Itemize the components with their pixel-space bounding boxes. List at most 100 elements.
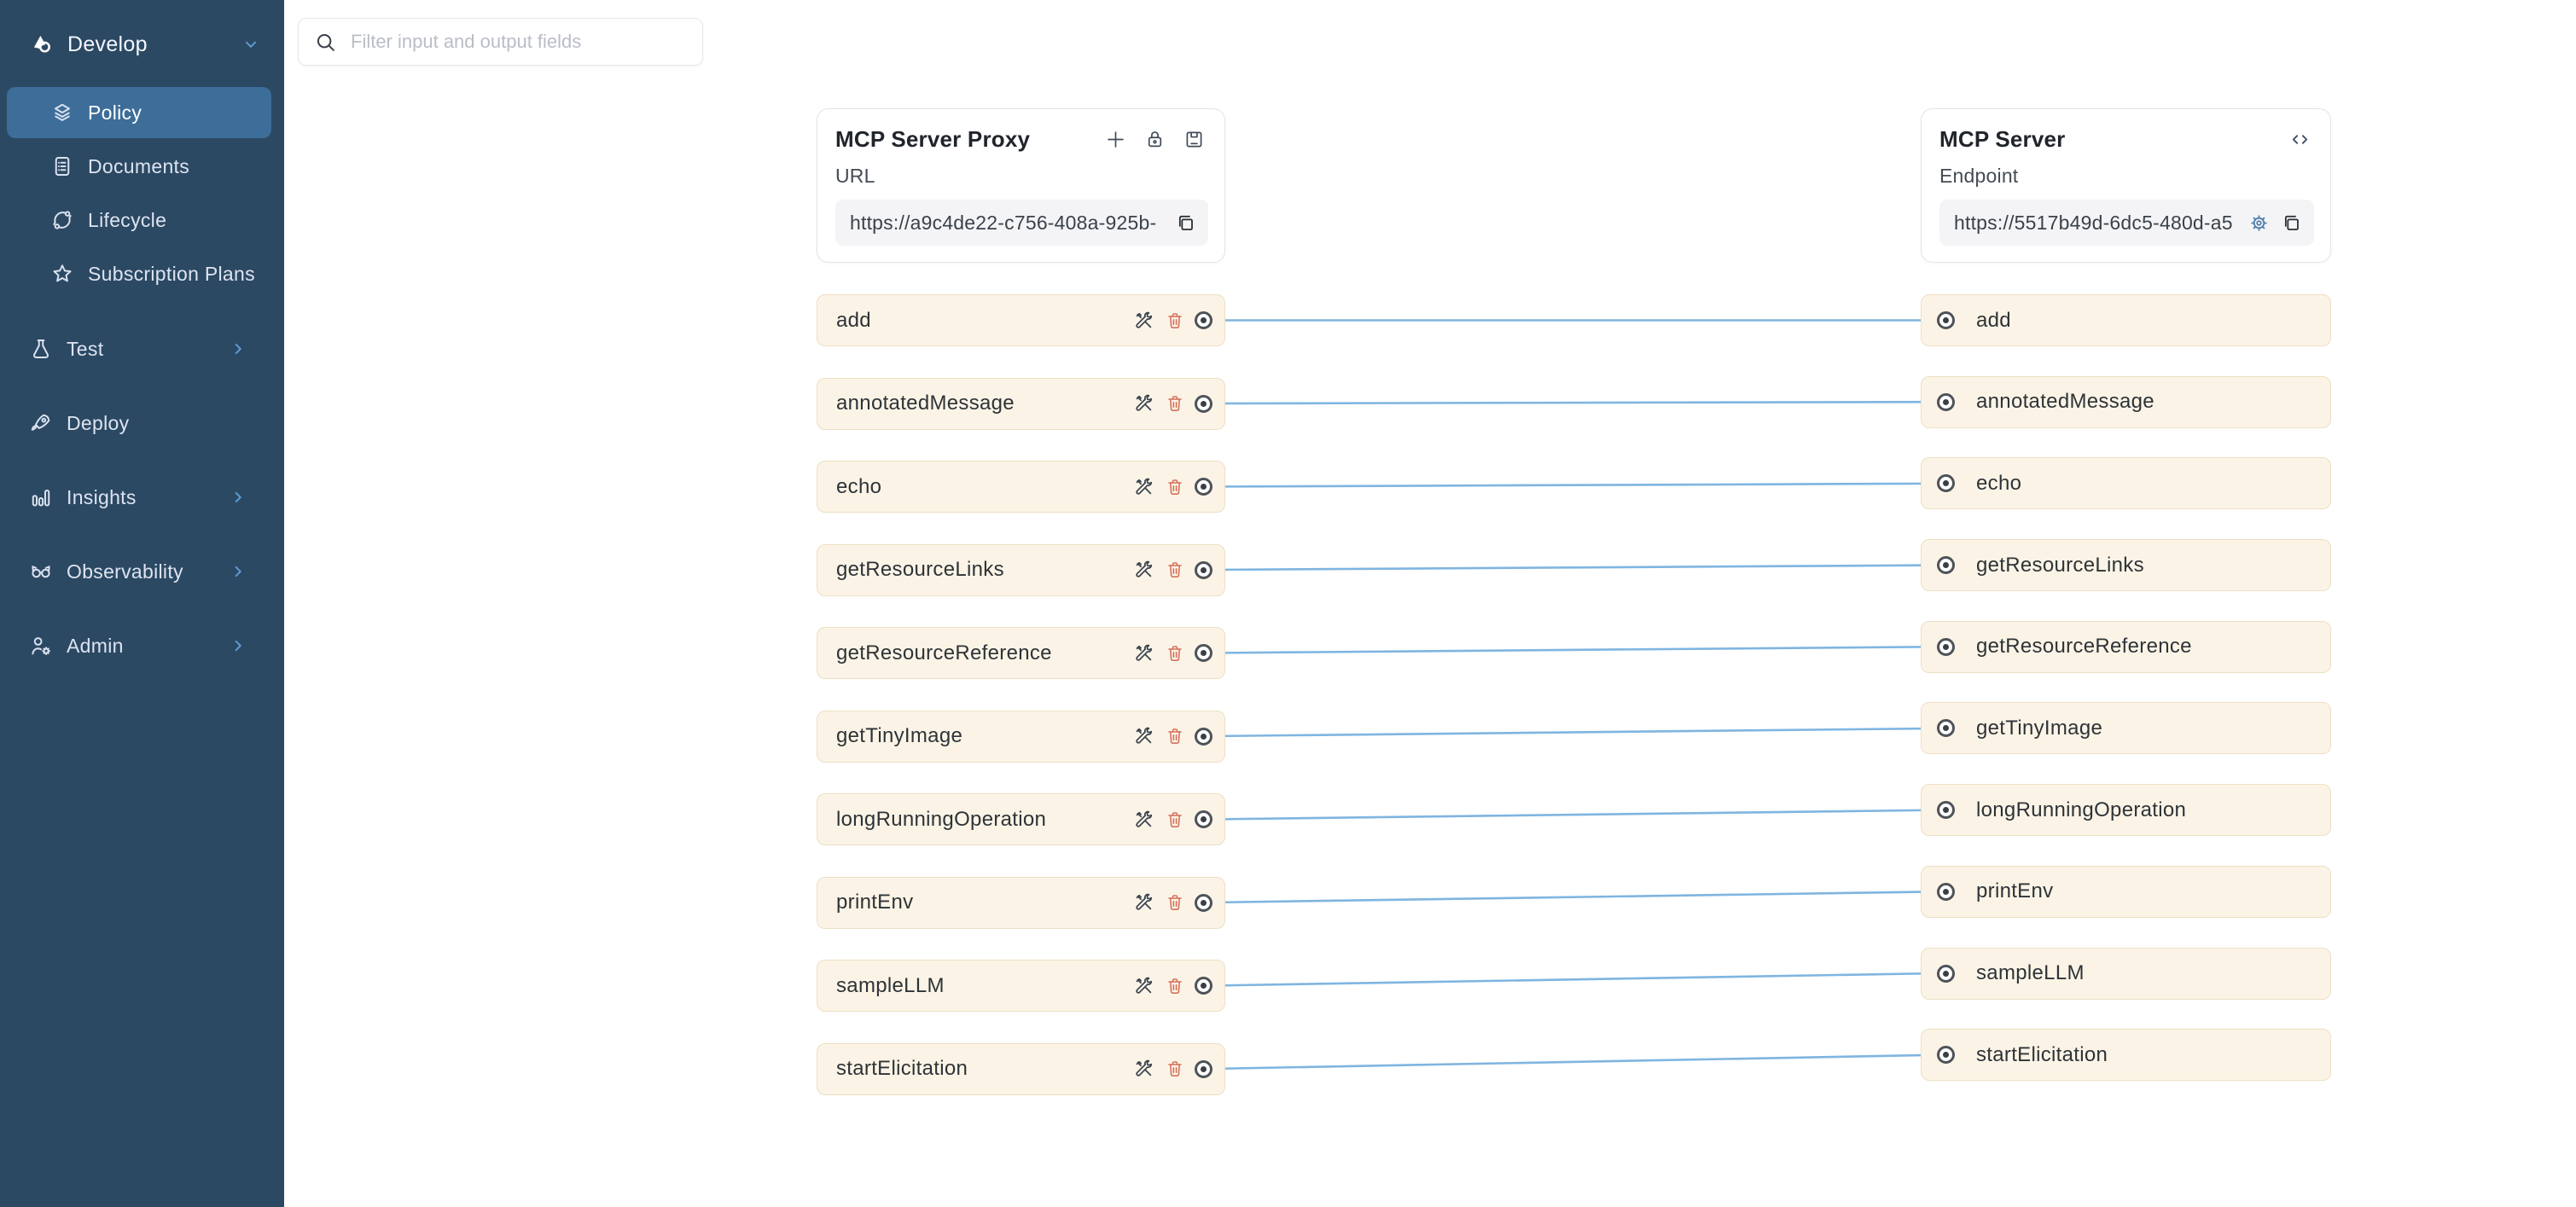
sidebar-item[interactable]: Insights [7, 472, 271, 523]
tool-name: getResourceLinks [836, 558, 1004, 582]
output-port-icon[interactable] [1195, 478, 1212, 496]
settings-gear-icon[interactable] [2248, 212, 2270, 234]
trash-icon[interactable] [1165, 1059, 1185, 1079]
tools-icon[interactable] [1133, 476, 1155, 498]
tool-name: startElicitation [1976, 1043, 2108, 1067]
input-port-icon[interactable] [1937, 719, 1955, 737]
chevron-right-icon [229, 339, 247, 358]
trash-icon[interactable] [1165, 726, 1185, 746]
output-port-icon[interactable] [1195, 810, 1212, 828]
proxy-tool-row[interactable]: add [817, 294, 1225, 346]
output-port-icon[interactable] [1195, 395, 1212, 413]
input-port-icon[interactable] [1937, 311, 1955, 329]
proxy-tool-row[interactable]: annotatedMessage [817, 378, 1225, 430]
search-icon [314, 31, 337, 54]
server-tool-row[interactable]: getResourceReference [1921, 621, 2331, 673]
tools-icon[interactable] [1133, 392, 1155, 415]
copy-icon[interactable] [1175, 212, 1196, 234]
tools-icon[interactable] [1133, 310, 1155, 332]
input-port-icon[interactable] [1937, 1046, 1955, 1064]
server-tool-row[interactable]: add [1921, 294, 2331, 346]
tool-name: getTinyImage [1976, 717, 2102, 740]
tools-icon[interactable] [1133, 1058, 1155, 1080]
connector-line [1212, 728, 1938, 736]
tool-name: echo [1976, 472, 2021, 496]
server-tool-row[interactable]: longRunningOperation [1921, 784, 2331, 836]
sidebar-item[interactable]: Subscription Plans [7, 248, 271, 299]
sidebar-develop-children: Policy Documents Lifecycle Subscription … [0, 87, 284, 302]
sidebar-item[interactable]: Documents [7, 141, 271, 192]
tool-name: sampleLLM [1976, 961, 2085, 985]
sidebar-item-label: Test [67, 338, 103, 361]
sidebar-item[interactable]: Policy [7, 87, 271, 138]
connector-line [1212, 1055, 1938, 1069]
output-port-icon[interactable] [1195, 1060, 1212, 1078]
sidebar-item[interactable]: Observability [7, 546, 271, 597]
mcp-server-panel: MCP Server Endpoint https://5517b49d-6dc… [1921, 108, 2331, 263]
server-tool-row[interactable]: printEnv [1921, 866, 2331, 918]
trash-icon[interactable] [1165, 892, 1185, 913]
output-port-icon[interactable] [1195, 561, 1212, 579]
sidebar-item-label: Observability [67, 560, 183, 583]
save-icon[interactable] [1183, 128, 1206, 151]
input-port-icon[interactable] [1937, 965, 1955, 983]
output-port-icon[interactable] [1195, 728, 1212, 746]
sidebar-item-label: Documents [88, 155, 189, 178]
tools-icon[interactable] [1133, 642, 1155, 664]
code-icon[interactable] [2288, 128, 2311, 151]
sidebar-top-items: Test Deploy Insights [0, 323, 284, 694]
output-port-icon[interactable] [1195, 977, 1212, 995]
server-tool-row[interactable]: annotatedMessage [1921, 376, 2331, 428]
trash-icon[interactable] [1165, 310, 1185, 331]
trash-icon[interactable] [1165, 393, 1185, 414]
tools-icon[interactable] [1133, 891, 1155, 914]
server-tool-row[interactable]: startElicitation [1921, 1029, 2331, 1081]
trash-icon[interactable] [1165, 810, 1185, 830]
sidebar-item-label: Policy [88, 102, 142, 125]
input-port-icon[interactable] [1937, 801, 1955, 819]
sidebar-item[interactable]: Lifecycle [7, 194, 271, 246]
trash-icon[interactable] [1165, 560, 1185, 580]
proxy-tool-row[interactable]: printEnv [817, 877, 1225, 929]
tool-name: printEnv [1976, 879, 2053, 903]
server-tool-row[interactable]: sampleLLM [1921, 948, 2331, 1000]
sidebar-item[interactable]: Deploy [7, 397, 271, 449]
input-port-icon[interactable] [1937, 393, 1955, 411]
tool-name: annotatedMessage [836, 392, 1015, 415]
proxy-tool-row[interactable]: sampleLLM [817, 960, 1225, 1012]
tools-icon[interactable] [1133, 725, 1155, 747]
sidebar-item[interactable]: Admin [7, 620, 271, 671]
output-port-icon[interactable] [1195, 644, 1212, 662]
proxy-tool-row[interactable]: echo [817, 461, 1225, 513]
server-tool-row[interactable]: echo [1921, 457, 2331, 509]
sidebar-section-develop[interactable]: Develop [0, 23, 284, 66]
sidebar-item-label: Lifecycle [88, 209, 166, 232]
output-port-icon[interactable] [1195, 894, 1212, 912]
input-port-icon[interactable] [1937, 556, 1955, 574]
lock-icon[interactable] [1143, 128, 1166, 151]
proxy-tool-row[interactable]: getTinyImage [817, 711, 1225, 763]
input-port-icon[interactable] [1937, 474, 1955, 492]
proxy-tool-row[interactable]: getResourceReference [817, 627, 1225, 679]
input-port-icon[interactable] [1937, 638, 1955, 656]
proxy-tool-row[interactable]: getResourceLinks [817, 544, 1225, 596]
tools-icon[interactable] [1133, 975, 1155, 997]
sidebar-item[interactable]: Test [7, 323, 271, 374]
plus-icon[interactable] [1104, 128, 1127, 151]
trash-icon[interactable] [1165, 477, 1185, 497]
tools-icon[interactable] [1133, 559, 1155, 581]
trash-icon[interactable] [1165, 976, 1185, 996]
proxy-tool-row[interactable]: longRunningOperation [817, 793, 1225, 845]
server-tool-row[interactable]: getTinyImage [1921, 702, 2331, 754]
sidebar-section-label: Develop [67, 32, 148, 57]
trash-icon[interactable] [1165, 643, 1185, 664]
output-port-icon[interactable] [1195, 311, 1212, 329]
filter-search-input[interactable] [351, 31, 687, 53]
tools-icon[interactable] [1133, 809, 1155, 831]
input-port-icon[interactable] [1937, 883, 1955, 901]
proxy-tool-row[interactable]: startElicitation [817, 1043, 1225, 1095]
copy-icon[interactable] [2281, 212, 2302, 234]
filter-search-bar [298, 18, 703, 66]
server-tool-row[interactable]: getResourceLinks [1921, 539, 2331, 591]
server-tool-list: add annotatedMessage echo getResourceLin… [1921, 294, 2331, 1111]
